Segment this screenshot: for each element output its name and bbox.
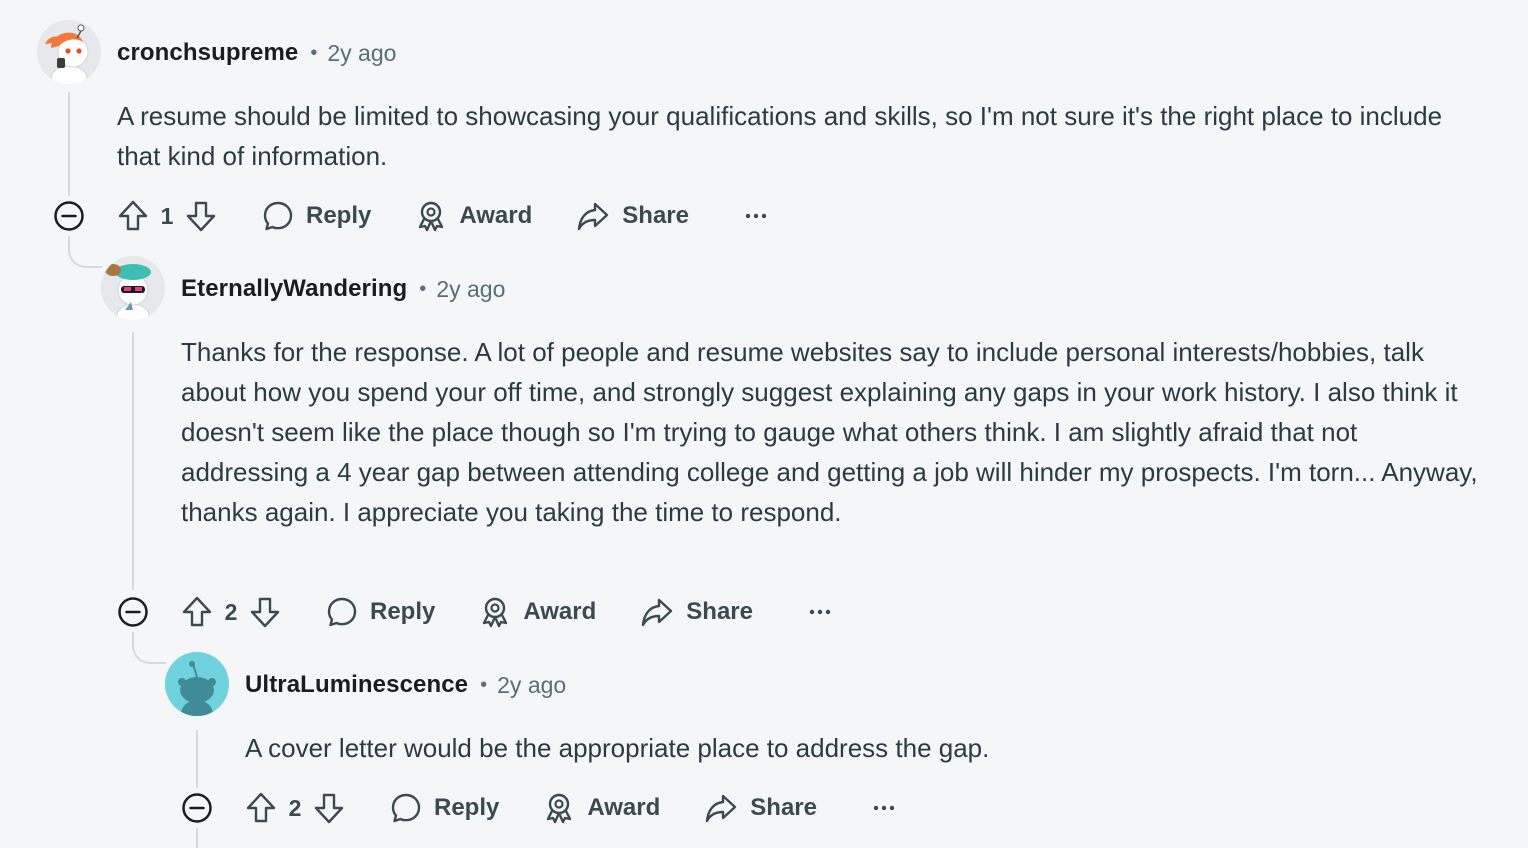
thread-line[interactable] xyxy=(132,332,134,590)
collapse-icon xyxy=(118,597,148,627)
comment-body: A resume should be limited to showcasing… xyxy=(117,101,1443,171)
reply-icon xyxy=(391,793,421,823)
comment-timestamp[interactable]: 2y ago xyxy=(497,672,566,699)
comment-body: A cover letter would be the appropriate … xyxy=(245,733,990,763)
share-button[interactable]: Share xyxy=(576,200,689,232)
more-options-button[interactable] xyxy=(873,804,895,812)
vote-count: 2 xyxy=(288,794,302,821)
more-options-icon xyxy=(809,609,831,615)
upvote-button[interactable] xyxy=(244,791,278,825)
vote-group: 2 xyxy=(244,791,346,825)
comment-body: Thanks for the response. A lot of people… xyxy=(181,337,1478,527)
collapse-icon xyxy=(182,793,212,823)
upvote-button[interactable] xyxy=(116,199,150,233)
reply-button[interactable]: Reply xyxy=(326,596,435,628)
share-icon xyxy=(642,598,673,627)
comment-actions: 1 Reply Award Share xyxy=(116,196,767,236)
award-icon xyxy=(483,597,508,628)
award-label: Award xyxy=(587,794,661,821)
comment-timestamp[interactable]: 2y ago xyxy=(327,40,396,67)
award-icon xyxy=(547,793,572,824)
share-label: Share xyxy=(750,794,817,821)
award-label: Award xyxy=(459,202,533,229)
collapse-icon xyxy=(54,201,84,231)
reply-button[interactable]: Reply xyxy=(262,200,371,232)
award-icon xyxy=(419,201,444,232)
share-button[interactable]: Share xyxy=(640,596,753,628)
user-avatar[interactable] xyxy=(165,652,229,716)
separator-dot: • xyxy=(419,277,427,300)
comment-meta: cronchsupreme • 2y ago xyxy=(117,36,396,70)
vote-count: 1 xyxy=(160,202,174,229)
vote-group: 1 xyxy=(116,199,218,233)
upvote-icon xyxy=(246,792,276,823)
collapse-thread-button[interactable] xyxy=(53,200,85,232)
share-icon xyxy=(706,794,737,823)
downvote-icon xyxy=(250,597,280,628)
more-options-button[interactable] xyxy=(809,608,831,616)
award-button[interactable]: Award xyxy=(479,596,596,628)
reply-label: Reply xyxy=(434,794,500,821)
user-avatar[interactable] xyxy=(101,256,165,320)
separator-dot: • xyxy=(310,41,318,64)
share-label: Share xyxy=(622,202,689,229)
comment-thread: cronchsupreme • 2y ago A resume should b… xyxy=(0,0,1528,848)
more-options-icon xyxy=(873,805,895,811)
downvote-icon xyxy=(314,793,344,824)
reply-label: Reply xyxy=(370,598,436,625)
separator-dot: • xyxy=(480,673,488,696)
downvote-icon xyxy=(186,201,216,232)
reply-button[interactable]: Reply xyxy=(390,792,499,824)
thread-branch-line xyxy=(132,632,166,664)
author-name[interactable]: cronchsupreme xyxy=(117,39,298,67)
collapse-thread-button[interactable] xyxy=(181,792,213,824)
comment-actions: 2 Reply Award Share xyxy=(244,788,895,828)
snoo-avatar-icon xyxy=(101,256,165,320)
user-avatar[interactable] xyxy=(37,20,101,84)
thread-line[interactable] xyxy=(68,92,70,196)
more-options-icon xyxy=(745,213,767,219)
reply-icon xyxy=(263,201,293,231)
comment-meta: UltraLuminescence • 2y ago xyxy=(245,668,566,702)
thread-branch-line xyxy=(68,236,102,268)
upvote-icon xyxy=(118,200,148,231)
upvote-icon xyxy=(182,596,212,627)
thread-line[interactable] xyxy=(196,730,198,788)
comment-timestamp[interactable]: 2y ago xyxy=(436,276,505,303)
award-button[interactable]: Award xyxy=(415,200,532,232)
thread-line[interactable] xyxy=(196,828,198,848)
snoo-default-avatar-icon xyxy=(165,652,229,716)
upvote-button[interactable] xyxy=(180,595,214,629)
comment-meta: EternallyWandering • 2y ago xyxy=(181,272,505,306)
vote-count: 2 xyxy=(224,598,238,625)
downvote-button[interactable] xyxy=(248,595,282,629)
author-name[interactable]: UltraLuminescence xyxy=(245,671,468,699)
reply-label: Reply xyxy=(306,202,372,229)
award-label: Award xyxy=(523,598,597,625)
downvote-button[interactable] xyxy=(312,791,346,825)
snoo-avatar-icon xyxy=(37,20,101,84)
downvote-button[interactable] xyxy=(184,199,218,233)
share-button[interactable]: Share xyxy=(704,792,817,824)
award-button[interactable]: Award xyxy=(543,792,660,824)
reply-icon xyxy=(327,597,357,627)
share-label: Share xyxy=(686,598,753,625)
collapse-thread-button[interactable] xyxy=(117,596,149,628)
comment-actions: 2 Reply Award Share xyxy=(180,592,831,632)
author-name[interactable]: EternallyWandering xyxy=(181,275,407,303)
more-options-button[interactable] xyxy=(745,212,767,220)
vote-group: 2 xyxy=(180,595,282,629)
share-icon xyxy=(578,202,609,231)
